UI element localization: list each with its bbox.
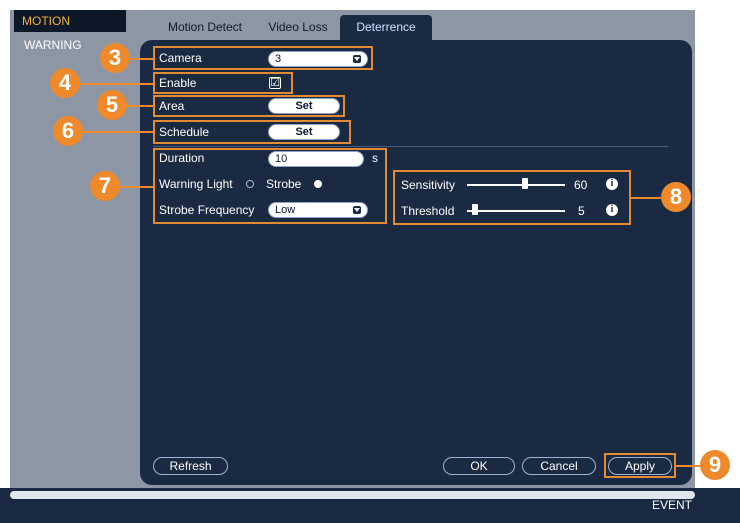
tab-motion-detect[interactable]: Motion Detect: [155, 15, 255, 40]
strobe-frequency-value: Low: [275, 204, 296, 216]
event-label: EVENT: [652, 498, 693, 512]
callout-3: 3: [100, 43, 130, 73]
area-label: Area: [159, 99, 185, 113]
warning-light-off-radio[interactable]: [246, 180, 254, 188]
section-divider: [153, 146, 668, 147]
threshold-label: Threshold: [401, 204, 455, 218]
callout-line-7: [118, 186, 153, 188]
callout-8: 8: [661, 182, 691, 212]
callout-line-9: [676, 465, 700, 467]
threshold-slider[interactable]: [467, 210, 565, 212]
threshold-slider-handle[interactable]: [472, 204, 478, 215]
camera-label: Camera: [159, 51, 202, 65]
scroll-bar[interactable]: [10, 491, 695, 499]
sensitivity-label: Sensitivity: [401, 178, 456, 192]
camera-select[interactable]: 3: [268, 51, 368, 67]
refresh-button[interactable]: Refresh: [153, 457, 228, 475]
cancel-button[interactable]: Cancel: [522, 457, 596, 475]
callout-line-3: [128, 58, 153, 60]
tab-video-loss[interactable]: Video Loss: [256, 15, 340, 40]
chevron-down-icon: [353, 55, 361, 63]
callout-line-4: [77, 83, 153, 85]
sensitivity-value: 60: [574, 178, 588, 192]
sidebar-item-motion[interactable]: MOTION: [14, 10, 126, 32]
warning-light-label: Warning Light: [159, 177, 233, 191]
strobe-frequency-label: Strobe Frequency: [159, 203, 255, 217]
callout-line-8: [631, 197, 661, 199]
enable-checkbox[interactable]: ☑: [269, 77, 281, 89]
callout-line-5: [124, 105, 153, 107]
sensitivity-slider-handle[interactable]: [522, 178, 528, 189]
enable-label: Enable: [159, 76, 197, 90]
callout-4: 4: [50, 68, 80, 98]
callout-line-6: [80, 131, 153, 133]
sensitivity-slider[interactable]: [467, 184, 565, 186]
camera-value: 3: [275, 53, 282, 65]
chevron-down-icon: [353, 206, 361, 214]
strobe-frequency-select[interactable]: Low: [268, 202, 368, 218]
schedule-set-button[interactable]: Set: [268, 124, 340, 140]
duration-input[interactable]: 10: [268, 151, 364, 167]
callout-9: 9: [700, 450, 730, 480]
callout-6: 6: [53, 116, 83, 146]
duration-label: Duration: [159, 151, 205, 165]
callout-5: 5: [97, 90, 127, 120]
callout-7: 7: [90, 171, 120, 201]
threshold-value: 5: [578, 204, 585, 218]
area-set-button[interactable]: Set: [268, 98, 340, 114]
duration-unit: s: [372, 151, 378, 165]
schedule-label: Schedule: [159, 125, 210, 139]
tab-deterrence[interactable]: Deterrence: [340, 15, 432, 40]
apply-button[interactable]: Apply: [608, 457, 672, 475]
sensitivity-info-icon[interactable]: i: [606, 178, 618, 190]
ok-button[interactable]: OK: [443, 457, 515, 475]
strobe-radio[interactable]: [314, 180, 322, 188]
strobe-option-label: Strobe: [266, 177, 302, 191]
threshold-info-icon[interactable]: i: [606, 204, 618, 216]
